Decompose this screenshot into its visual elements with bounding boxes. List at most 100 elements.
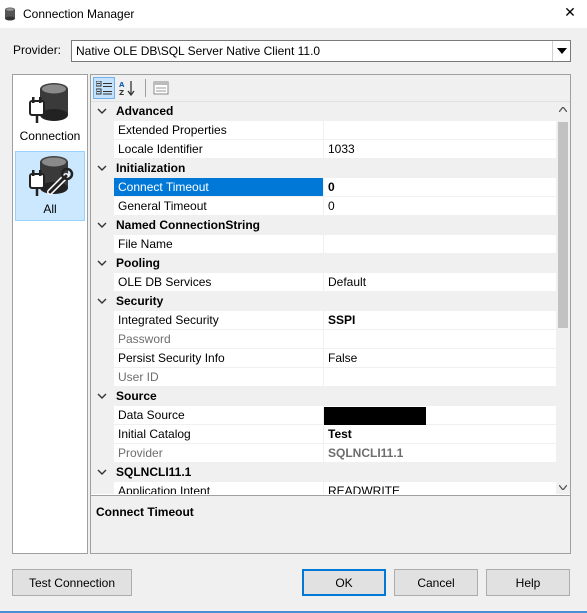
test-connection-button[interactable]: Test Connection (12, 569, 132, 596)
property-value[interactable]: 1033 (324, 140, 556, 159)
property-name[interactable]: OLE DB Services (114, 273, 324, 292)
property-name[interactable]: Password (114, 330, 324, 349)
category-row[interactable]: Source (91, 387, 556, 406)
collapse-chevron-icon[interactable] (97, 467, 107, 477)
description-title: Connect Timeout (96, 505, 194, 519)
property-name[interactable]: File Name (114, 235, 324, 254)
property-value[interactable]: 0 (324, 197, 556, 216)
property-value[interactable]: SSPI (324, 311, 556, 330)
property-row[interactable]: Password (91, 330, 556, 349)
property-name[interactable]: Persist Security Info (114, 349, 324, 368)
nav-item-all[interactable]: All (15, 151, 85, 221)
scroll-down-icon[interactable] (556, 480, 570, 494)
alphabetical-icon: A Z (119, 81, 135, 96)
scroll-thumb[interactable] (558, 122, 568, 328)
cancel-label: Cancel (417, 575, 455, 590)
cancel-button[interactable]: Cancel (394, 569, 478, 596)
property-row[interactable]: Locale Identifier 1033 (91, 140, 556, 159)
category-row[interactable]: Named ConnectionString (91, 216, 556, 235)
ok-button[interactable]: OK (302, 569, 386, 596)
property-value[interactable] (324, 121, 556, 140)
row-gutter (91, 349, 114, 368)
property-panel: A Z Advanced Extended Properties Locale Id… (90, 74, 571, 554)
property-row[interactable]: Connect Timeout 0 (91, 178, 556, 197)
window-title: Connection Manager (23, 7, 135, 21)
provider-label: Provider: (13, 43, 62, 57)
category-label: Named ConnectionString (116, 218, 261, 232)
collapse-chevron-icon[interactable] (97, 391, 107, 401)
scroll-up-icon[interactable] (556, 102, 570, 116)
row-gutter (91, 368, 114, 387)
property-value[interactable]: Default (324, 273, 556, 292)
row-gutter (91, 140, 114, 159)
property-value[interactable] (324, 330, 556, 349)
property-value[interactable] (324, 368, 556, 387)
category-row[interactable]: Initialization (91, 159, 556, 178)
redacted-value (324, 407, 426, 425)
property-name[interactable]: General Timeout (114, 197, 324, 216)
property-name[interactable]: Data Source (114, 406, 324, 425)
title-bar[interactable]: Connection Manager ✕ (0, 0, 587, 28)
property-row[interactable]: File Name (91, 235, 556, 254)
property-value[interactable]: False (324, 349, 556, 368)
provider-dropdown[interactable]: Native OLE DB\SQL Server Native Client 1… (71, 40, 571, 62)
property-grid[interactable]: Advanced Extended Properties Locale Identi… (91, 102, 556, 494)
nav-item-label: Connection (19, 129, 81, 143)
alphabetical-button[interactable]: A Z (117, 77, 139, 99)
property-row[interactable]: Application Intent READWRITE (91, 482, 556, 494)
category-label: Initialization (116, 161, 186, 175)
property-row[interactable]: Provider SQLNCLI11.1 (91, 444, 556, 463)
close-button[interactable]: ✕ (561, 4, 579, 22)
database-icon (5, 7, 15, 21)
property-name[interactable]: Connect Timeout (114, 178, 324, 197)
property-name[interactable]: Locale Identifier (114, 140, 324, 159)
property-row[interactable]: Integrated Security SSPI (91, 311, 556, 330)
category-row[interactable]: Advanced (91, 102, 556, 121)
property-row[interactable]: Persist Security Info False (91, 349, 556, 368)
row-gutter (91, 482, 114, 494)
database-plug-icon (29, 83, 68, 123)
property-value[interactable]: READWRITE (324, 482, 556, 494)
property-name[interactable]: Initial Catalog (114, 425, 324, 444)
vertical-scrollbar[interactable] (556, 102, 570, 494)
description-pane: Connect Timeout (91, 495, 570, 553)
close-icon: ✕ (564, 5, 576, 21)
property-value[interactable]: Test (324, 425, 556, 444)
collapse-chevron-icon[interactable] (97, 296, 107, 306)
category-label: Source (116, 389, 157, 403)
help-button[interactable]: Help (486, 569, 570, 596)
property-row[interactable]: General Timeout 0 (91, 197, 556, 216)
category-row[interactable]: SQLNCLI11.1 (91, 463, 556, 482)
test-connection-label: Test Connection (28, 575, 116, 590)
collapse-chevron-icon[interactable] (97, 258, 107, 268)
collapse-chevron-icon[interactable] (97, 163, 107, 173)
row-gutter (91, 273, 114, 292)
property-value[interactable]: SQLNCLI11.1 (324, 444, 556, 463)
help-label: Help (515, 575, 541, 590)
categorized-button[interactable] (93, 77, 115, 99)
collapse-chevron-icon[interactable] (97, 106, 107, 116)
category-row[interactable]: Security (91, 292, 556, 311)
dropdown-arrow-icon[interactable] (552, 41, 570, 61)
property-row[interactable]: Initial Catalog Test (91, 425, 556, 444)
nav-item-connection[interactable]: Connection (15, 79, 85, 149)
property-name[interactable]: User ID (114, 368, 324, 387)
property-pages-button[interactable] (150, 77, 172, 99)
property-row[interactable]: OLE DB Services Default (91, 273, 556, 292)
property-name[interactable]: Application Intent (114, 482, 324, 494)
category-row[interactable]: Pooling (91, 254, 556, 273)
property-row[interactable]: Extended Properties (91, 121, 556, 140)
property-name[interactable]: Provider (114, 444, 324, 463)
row-gutter (91, 311, 114, 330)
ok-label: OK (335, 575, 353, 590)
property-row[interactable]: User ID (91, 368, 556, 387)
property-value[interactable] (324, 235, 556, 254)
row-gutter (91, 197, 114, 216)
property-value[interactable]: 0 (324, 178, 556, 197)
property-name[interactable]: Integrated Security (114, 311, 324, 330)
collapse-chevron-icon[interactable] (97, 220, 107, 230)
row-gutter (91, 406, 114, 425)
property-name[interactable]: Extended Properties (114, 121, 324, 140)
property-row[interactable]: Data Source (91, 406, 556, 425)
svg-text:Z: Z (119, 89, 124, 96)
